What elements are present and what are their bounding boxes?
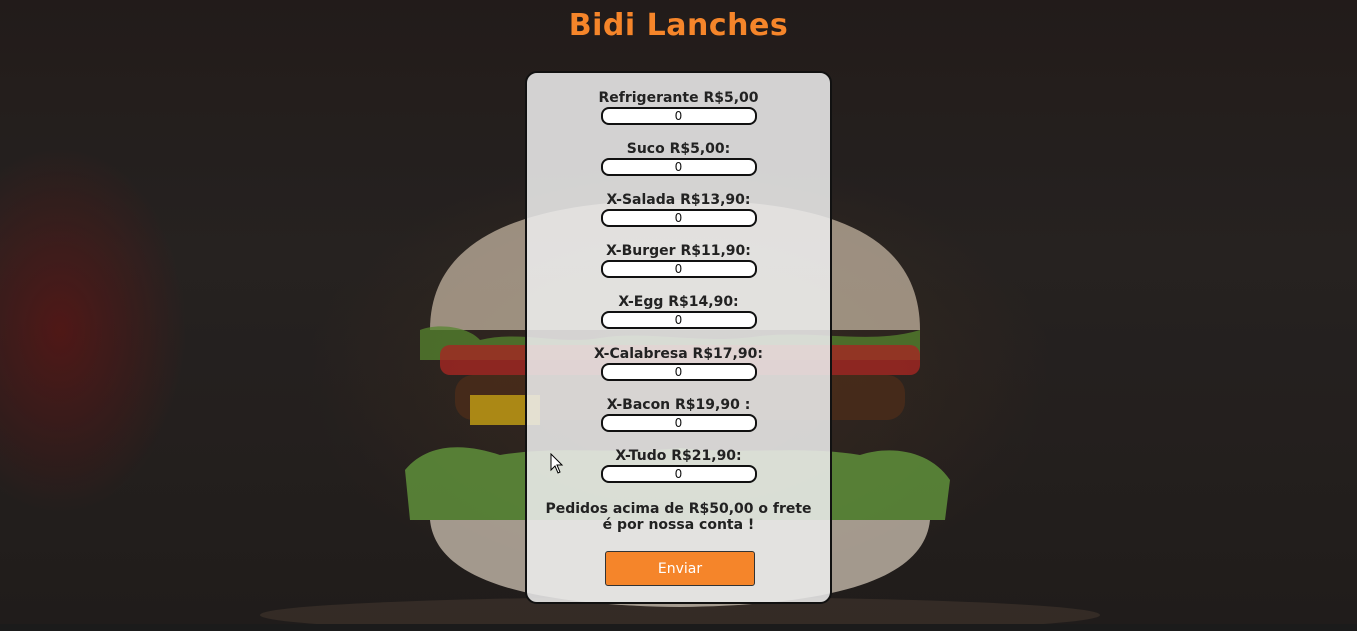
quantity-input-x-tudo[interactable] (600, 465, 757, 483)
quantity-input-x-calabresa[interactable] (600, 363, 757, 381)
quantity-input-x-salada[interactable] (600, 209, 757, 227)
item-label: X-Calabresa R$17,90: (594, 346, 763, 362)
item-label: X-Bacon R$19,90 : (606, 397, 751, 413)
order-item-x-burger: X-Burger R$11,90: (527, 242, 830, 278)
page-title: Bidi Lanches (568, 8, 789, 43)
item-label: X-Tudo R$21,90: (615, 448, 742, 464)
order-item-x-calabresa: X-Calabresa R$17,90: (527, 345, 830, 381)
shipping-note: Pedidos acima de R$50,00 o frete é por n… (545, 501, 812, 533)
order-item-x-bacon: X-Bacon R$19,90 : (527, 396, 830, 432)
quantity-input-refrigerante[interactable] (600, 107, 757, 125)
order-item-x-tudo: X-Tudo R$21,90: (527, 447, 830, 483)
quantity-input-x-egg[interactable] (600, 311, 757, 329)
bottom-strip (0, 624, 1357, 631)
order-item-refrigerante: Refrigerante R$5,00 (527, 89, 830, 125)
item-label: Suco R$5,00: (626, 141, 731, 157)
item-label: X-Salada R$13,90: (606, 192, 751, 208)
quantity-input-suco[interactable] (600, 158, 757, 176)
order-item-suco: Suco R$5,00: (527, 140, 830, 176)
item-label: Refrigerante R$5,00 (598, 90, 759, 106)
order-form-card: Refrigerante R$5,00 Suco R$5,00: X-Salad… (525, 71, 832, 604)
submit-button[interactable]: Enviar (605, 551, 755, 586)
quantity-input-x-bacon[interactable] (600, 414, 757, 432)
item-label: X-Egg R$14,90: (618, 294, 739, 310)
mouse-pointer-icon (550, 453, 564, 474)
item-label: X-Burger R$11,90: (606, 243, 751, 259)
order-item-x-salada: X-Salada R$13,90: (527, 191, 830, 227)
quantity-input-x-burger[interactable] (600, 260, 757, 278)
order-item-x-egg: X-Egg R$14,90: (527, 293, 830, 329)
